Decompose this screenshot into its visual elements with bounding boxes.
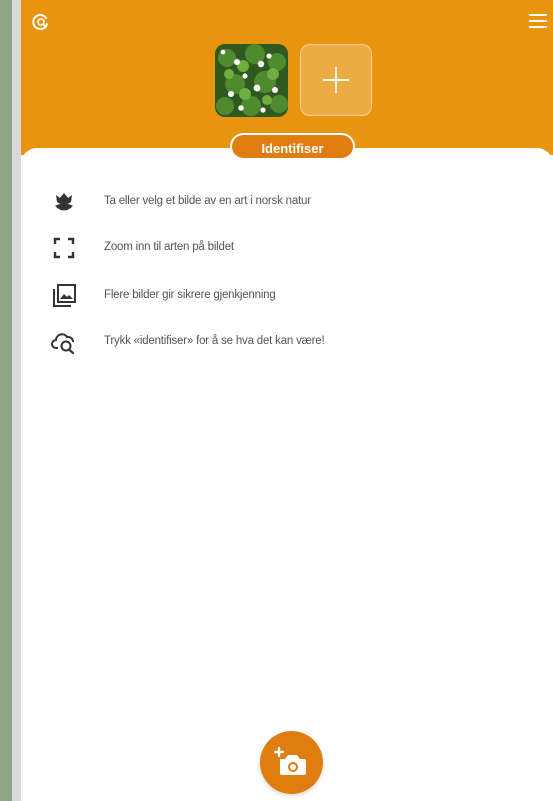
- add-camera-icon: [273, 746, 306, 775]
- image-gallery-icon: [53, 284, 76, 307]
- refresh-search-icon[interactable]: [31, 12, 51, 32]
- add-photo-button[interactable]: [300, 44, 372, 116]
- hint-text: Trykk «identifiser» for å se hva det kan…: [104, 335, 325, 347]
- hint-item: Ta eller velg et bilde av en art i norsk…: [51, 189, 531, 217]
- hint-item: Trykk «identifiser» for å se hva det kan…: [51, 329, 531, 357]
- zoom-frame-icon: [53, 237, 75, 259]
- window-edge: [12, 0, 21, 801]
- selected-photo-thumbnail[interactable]: [215, 44, 288, 117]
- identify-button[interactable]: Identifiser: [230, 133, 355, 160]
- add-camera-button[interactable]: [260, 731, 323, 794]
- hint-item: Flere bilder gir sikrere gjenkjenning: [51, 283, 531, 311]
- hint-text: Flere bilder gir sikrere gjenkjenning: [104, 289, 276, 301]
- hamburger-menu-icon[interactable]: [529, 14, 547, 30]
- tulip-icon: [55, 193, 73, 211]
- app-window: Identifiser Ta eller velg et bilde av en…: [21, 0, 553, 801]
- header: [21, 0, 553, 155]
- hint-text: Ta eller velg et bilde av en art i norsk…: [104, 195, 311, 207]
- hint-item: Zoom inn til arten på bildet: [51, 235, 531, 263]
- hint-text: Zoom inn til arten på bildet: [104, 241, 234, 253]
- background-strip: [0, 0, 12, 801]
- cloud-search-icon: [51, 333, 75, 355]
